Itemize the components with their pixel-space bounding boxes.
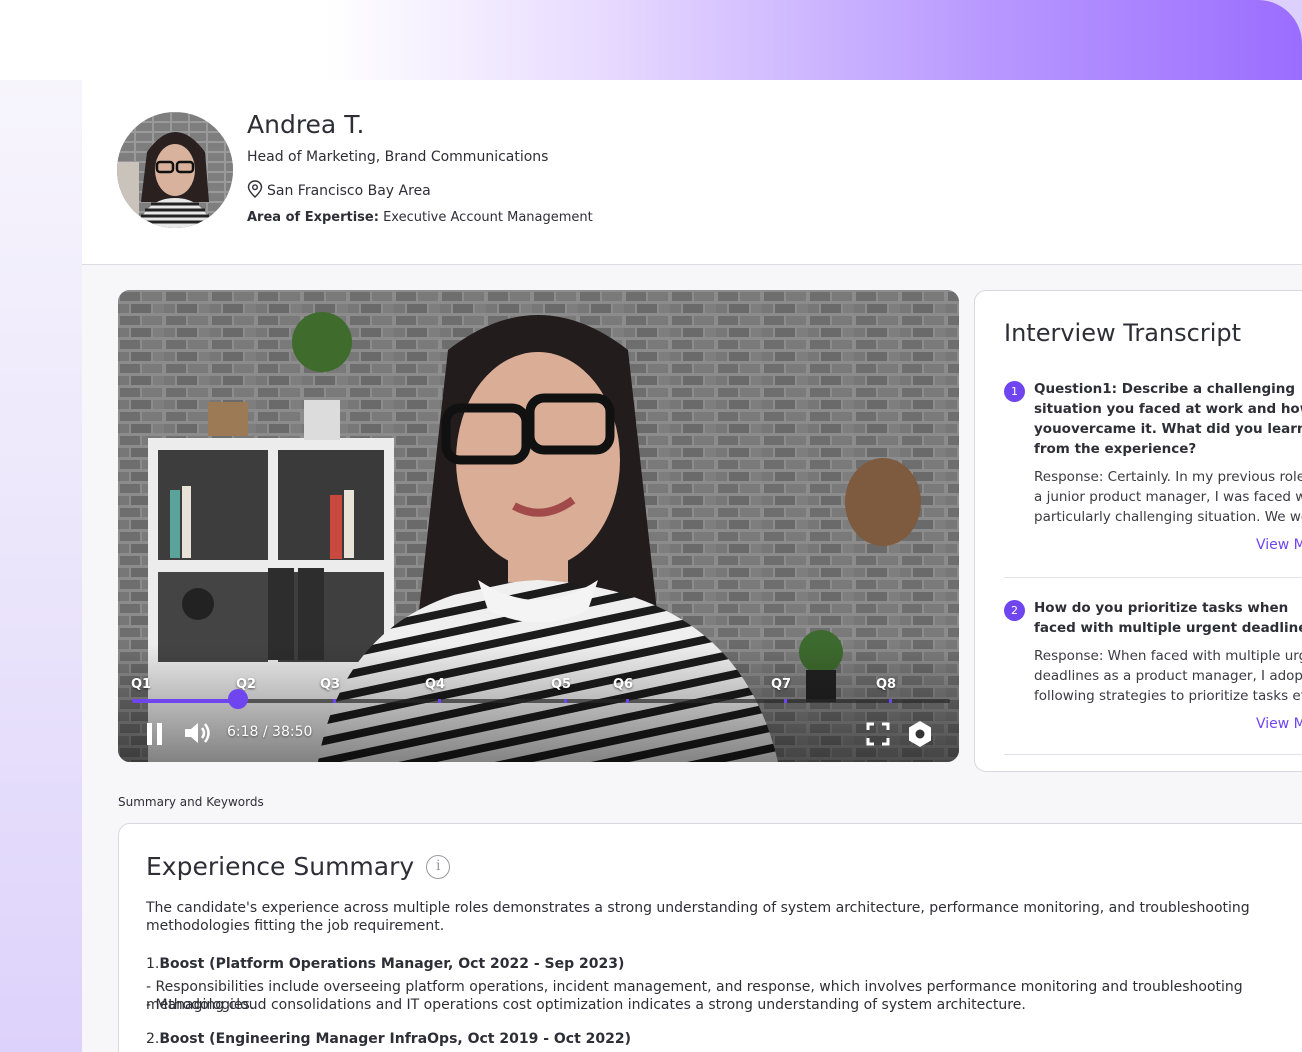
item-number: 2.: [146, 1031, 160, 1047]
marker-q7[interactable]: Q7: [771, 677, 791, 692]
transcript-question: 1 Question1: Describe a challenging situ…: [1004, 379, 1302, 589]
response-text: Response: When faced with multiple urgen…: [1034, 648, 1302, 704]
marker-tick: [438, 699, 441, 703]
experience-summary-card: Experience Summary i The candidate's exp…: [118, 823, 1302, 1052]
marker-q3[interactable]: Q3: [320, 677, 340, 692]
question-text: How do you prioritize tasks when faced w…: [1034, 600, 1302, 636]
marker-tick: [564, 699, 567, 703]
transcript-panel: Interview Transcript 1 Question1: Descri…: [974, 290, 1302, 772]
summary-section-label: Summary and Keywords: [118, 795, 264, 809]
summary-title: Experience Summary: [146, 852, 415, 881]
marker-tick: [626, 699, 629, 703]
summary-item-heading: 2.Boost (Engineering Manager InfraOps, O…: [146, 1030, 1302, 1048]
question-text: Question1: Describe a challenging situat…: [1034, 381, 1302, 457]
candidate-location: San Francisco Bay Area: [247, 180, 431, 202]
divider: [1004, 577, 1302, 578]
item-heading: Boost (Engineering Manager InfraOps, Oct…: [159, 1031, 632, 1047]
pause-icon[interactable]: [145, 722, 165, 746]
summary-item-heading: 1.Boost (Platform Operations Manager, Oc…: [146, 955, 1302, 973]
candidate-name: Andrea T.: [247, 110, 365, 139]
marker-tick: [333, 699, 336, 703]
left-gradient-band: [0, 80, 82, 1052]
marker-q8[interactable]: Q8: [876, 677, 896, 692]
candidate-title: Head of Marketing, Brand Communications: [247, 149, 549, 165]
view-more-link[interactable]: View More: [1256, 537, 1302, 553]
summary-intro: The candidate's experience across multip…: [146, 900, 1250, 934]
fullscreen-icon[interactable]: [866, 722, 890, 746]
location-text: San Francisco Bay Area: [267, 183, 431, 199]
response-text: Response: Certainly. In my previous role…: [1034, 469, 1302, 525]
marker-q5[interactable]: Q5: [551, 677, 571, 692]
view-more-link[interactable]: View More: [1256, 716, 1302, 732]
info-icon[interactable]: i: [426, 854, 451, 879]
progress-knob[interactable]: [228, 689, 248, 709]
item-heading: Boost (Platform Operations Manager, Oct …: [159, 956, 625, 972]
video-player[interactable]: Q1 Q2 Q3 Q4 Q5 Q6 Q7 Q8 6:18 / 38:50: [118, 290, 959, 762]
question-number-badge: 1: [1004, 381, 1025, 402]
marker-q1[interactable]: Q1: [131, 677, 151, 692]
profile-header: Andrea T. Head of Marketing, Brand Commu…: [82, 80, 1302, 265]
transcript-question: 2 How do you prioritize tasks when faced…: [1004, 598, 1302, 768]
avatar: [117, 112, 233, 228]
expertise-label: Area of Expertise:: [247, 210, 379, 225]
transcript-title: Interview Transcript: [1004, 319, 1242, 347]
settings-icon[interactable]: [907, 720, 933, 748]
marker-q6[interactable]: Q6: [613, 677, 633, 692]
item-number: 1.: [146, 956, 160, 972]
summary-title-row: Experience Summary i: [146, 852, 451, 881]
marker-tick: [784, 699, 787, 703]
volume-icon[interactable]: [183, 720, 213, 746]
location-pin-icon: [247, 180, 263, 202]
progress-fill: [132, 699, 238, 703]
divider: [1004, 754, 1302, 755]
question-number-badge: 2: [1004, 600, 1025, 621]
candidate-card: Andrea T. Head of Marketing, Brand Commu…: [82, 80, 1302, 1052]
summary-bullet: - Managing cloud consolidations and IT o…: [146, 997, 1026, 1013]
video-time: 6:18 / 38:50: [227, 724, 313, 740]
candidate-expertise: Area of Expertise: Executive Account Man…: [247, 210, 593, 225]
expertise-value: Executive Account Management: [383, 210, 593, 225]
progress-track[interactable]: [132, 699, 950, 703]
marker-tick: [889, 699, 892, 703]
content-area: Q1 Q2 Q3 Q4 Q5 Q6 Q7 Q8 6:18 / 38:50 Int…: [82, 265, 1302, 1052]
marker-q4[interactable]: Q4: [425, 677, 445, 692]
